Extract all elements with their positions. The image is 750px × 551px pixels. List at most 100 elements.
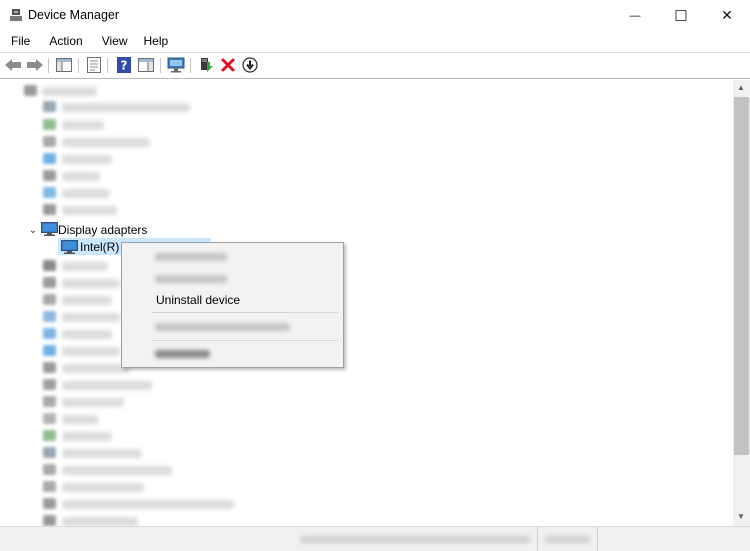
device-category-icon bbox=[43, 379, 56, 390]
show-hide-console-tree-button[interactable] bbox=[54, 56, 74, 74]
action-pane-button[interactable] bbox=[136, 56, 156, 74]
menu-bar: File Action View Help bbox=[0, 31, 750, 52]
obscured-row bbox=[62, 296, 112, 305]
status-divider bbox=[597, 527, 598, 551]
obscured-row bbox=[62, 121, 104, 130]
obscured-status bbox=[545, 536, 590, 543]
help-button[interactable]: ? bbox=[114, 56, 134, 74]
device-category-icon bbox=[43, 311, 56, 322]
back-icon bbox=[5, 59, 21, 71]
device-category-icon bbox=[43, 187, 56, 198]
chevron-down-icon[interactable]: ⌄ bbox=[27, 225, 39, 236]
uninstall-icon bbox=[221, 58, 235, 72]
obscured-row bbox=[62, 364, 130, 373]
window-title: Device Manager bbox=[28, 8, 120, 22]
menu-view[interactable]: View bbox=[97, 31, 133, 52]
device-category-icon bbox=[43, 136, 56, 147]
device-manager-icon bbox=[10, 9, 22, 21]
device-category-icon bbox=[43, 413, 56, 424]
obscured-row bbox=[62, 347, 120, 356]
status-divider bbox=[537, 527, 538, 551]
obscured-menu-item[interactable] bbox=[155, 323, 290, 331]
device-category-icon bbox=[43, 447, 56, 458]
obscured-row bbox=[62, 415, 98, 424]
device-category-icon bbox=[43, 260, 56, 271]
obscured-row bbox=[62, 138, 150, 147]
properties-button[interactable] bbox=[84, 56, 104, 74]
menu-separator bbox=[152, 340, 338, 341]
obscured-row bbox=[62, 103, 190, 112]
device-category-icon bbox=[43, 515, 56, 526]
device-category-icon bbox=[43, 204, 56, 215]
display-adapter-icon bbox=[41, 222, 58, 236]
toolbar-separator bbox=[78, 58, 79, 73]
update-driver-icon bbox=[201, 58, 213, 72]
obscured-menu-item[interactable] bbox=[155, 275, 227, 283]
device-category-icon bbox=[43, 345, 56, 356]
console-tree-icon bbox=[56, 58, 72, 72]
back-button[interactable] bbox=[3, 56, 23, 74]
scroll-down-icon[interactable]: ▼ bbox=[737, 512, 745, 521]
tree-category-label: Display adapters bbox=[58, 223, 148, 237]
disable-device-button[interactable] bbox=[240, 56, 260, 74]
minimize-icon: — bbox=[629, 9, 641, 22]
status-bar bbox=[0, 526, 750, 551]
obscured-row bbox=[62, 500, 234, 509]
obscured-row bbox=[62, 262, 108, 271]
obscured-row bbox=[62, 517, 138, 526]
forward-icon bbox=[27, 59, 43, 71]
obscured-row bbox=[62, 172, 100, 181]
maximize-button[interactable]: ☐ bbox=[658, 0, 704, 31]
computer-icon bbox=[24, 85, 37, 96]
properties-icon bbox=[87, 57, 101, 73]
device-category-icon bbox=[43, 396, 56, 407]
scrollbar-thumb[interactable] bbox=[734, 97, 749, 455]
device-category-icon bbox=[43, 119, 56, 130]
forward-button[interactable] bbox=[25, 56, 45, 74]
toolbar-separator bbox=[190, 58, 191, 73]
action-pane-icon bbox=[138, 58, 154, 72]
toolbar-separator bbox=[107, 58, 108, 73]
menu-action[interactable]: Action bbox=[44, 31, 87, 52]
display-adapter-icon bbox=[61, 240, 78, 254]
device-category-icon bbox=[43, 277, 56, 288]
scroll-up-icon[interactable]: ▲ bbox=[737, 83, 745, 92]
obscured-row bbox=[62, 155, 112, 164]
minimize-button[interactable]: — bbox=[612, 0, 658, 31]
obscured-menu-item[interactable] bbox=[155, 253, 227, 261]
menu-help[interactable]: Help bbox=[139, 31, 174, 52]
obscured-row bbox=[62, 398, 124, 407]
close-icon: ✕ bbox=[721, 7, 733, 23]
device-category-icon bbox=[43, 498, 56, 509]
close-button[interactable]: ✕ bbox=[704, 0, 750, 31]
obscured-row bbox=[62, 381, 152, 390]
obscured-status bbox=[300, 536, 530, 543]
obscured-row bbox=[62, 206, 117, 215]
title-bar: Device Manager — ☐ ✕ bbox=[0, 0, 750, 31]
device-category-icon bbox=[43, 101, 56, 112]
disable-device-icon bbox=[242, 57, 258, 73]
maximize-icon: ☐ bbox=[674, 7, 688, 25]
help-icon: ? bbox=[117, 57, 131, 73]
device-category-icon bbox=[43, 328, 56, 339]
toolbar: ? bbox=[0, 52, 750, 79]
menu-item-uninstall-device[interactable]: Uninstall device bbox=[156, 293, 240, 307]
obscured-row bbox=[62, 313, 120, 322]
obscured-row bbox=[62, 449, 142, 458]
toolbar-separator bbox=[160, 58, 161, 73]
obscured-row bbox=[42, 87, 97, 96]
menu-file[interactable]: File bbox=[6, 31, 35, 52]
obscured-row bbox=[62, 432, 112, 441]
scan-hardware-icon bbox=[167, 57, 185, 73]
uninstall-device-button[interactable] bbox=[218, 56, 238, 74]
obscured-menu-item[interactable] bbox=[155, 350, 210, 358]
device-category-icon bbox=[43, 362, 56, 373]
menu-separator bbox=[152, 312, 338, 313]
device-category-icon bbox=[43, 153, 56, 164]
device-tree-lower bbox=[0, 256, 733, 526]
update-driver-button[interactable] bbox=[196, 56, 216, 74]
scan-hardware-button[interactable] bbox=[166, 56, 186, 74]
tree-category-display-adapters[interactable]: ⌄ Display adapters bbox=[27, 222, 147, 238]
device-category-icon bbox=[43, 294, 56, 305]
device-category-icon bbox=[43, 170, 56, 181]
